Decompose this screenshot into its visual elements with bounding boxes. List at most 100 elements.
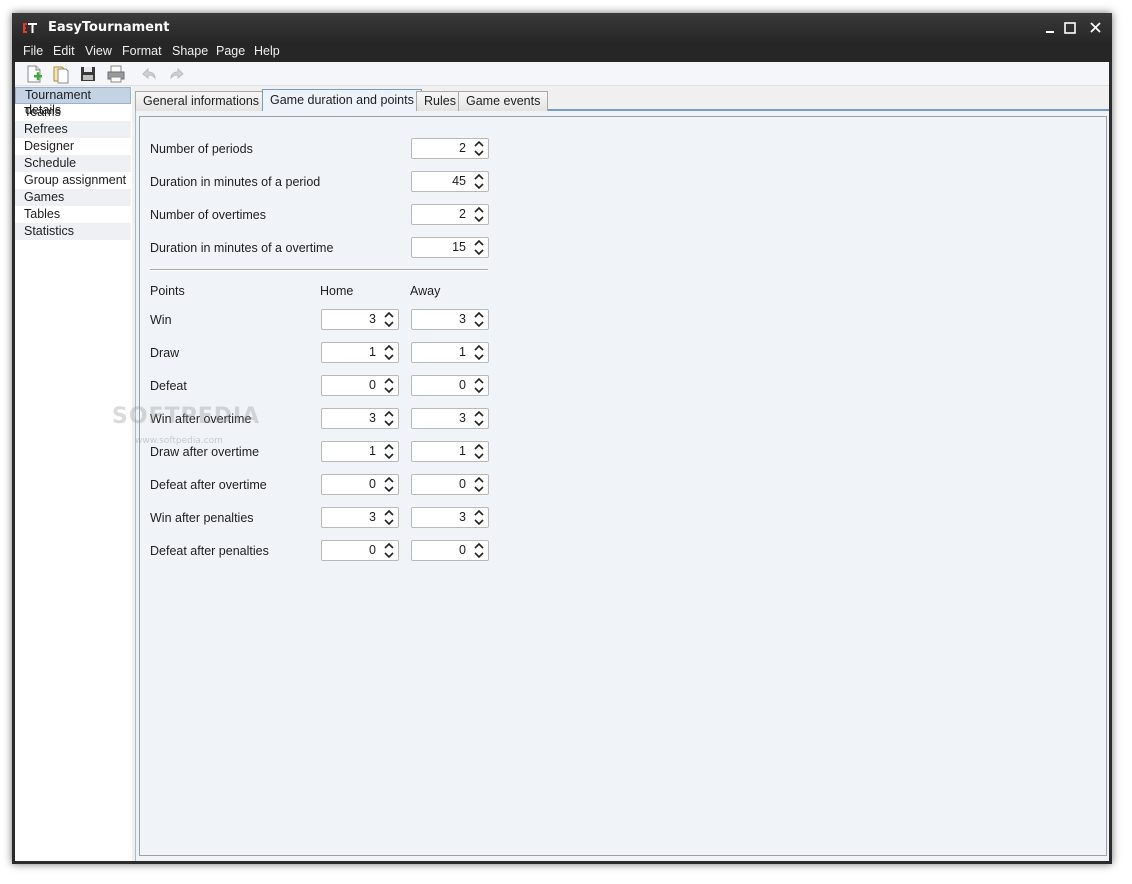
defeat-after-penalties-home-value: 0 bbox=[369, 543, 376, 557]
spin-arrows-icon[interactable] bbox=[472, 205, 486, 224]
spin-arrows-icon[interactable] bbox=[382, 541, 396, 560]
menu-bar: File Edit View Format Shape Page Help bbox=[12, 43, 1112, 62]
period-duration-stepper[interactable]: 45 bbox=[411, 171, 489, 192]
win-home-value: 3 bbox=[369, 312, 376, 326]
draw-away-stepper[interactable]: 1 bbox=[411, 342, 489, 363]
defeat-after-overtime-home-value: 0 bbox=[369, 477, 376, 491]
defeat-after-overtime-away-stepper[interactable]: 0 bbox=[411, 474, 489, 495]
draw-home-value: 1 bbox=[369, 345, 376, 359]
spin-arrows-icon[interactable] bbox=[382, 376, 396, 395]
tab-rules[interactable]: Rules bbox=[416, 91, 464, 111]
watermark-logo: SOFTPEDIA bbox=[112, 404, 261, 429]
spin-arrows-icon[interactable] bbox=[382, 475, 396, 494]
redo-icon[interactable] bbox=[167, 64, 187, 84]
win-after-penalties-label: Win after penalties bbox=[150, 511, 254, 525]
win-label: Win bbox=[150, 313, 172, 327]
win-after-overtime-home-value: 3 bbox=[369, 411, 376, 425]
spin-arrows-icon[interactable] bbox=[472, 376, 486, 395]
spin-arrows-icon[interactable] bbox=[472, 508, 486, 527]
sidebar-item-tables[interactable]: Tables bbox=[15, 206, 131, 223]
menu-page[interactable]: Page bbox=[216, 44, 245, 58]
spin-arrows-icon[interactable] bbox=[382, 442, 396, 461]
sidebar-item-group-assignment[interactable]: Group assignment bbox=[15, 172, 131, 189]
spin-arrows-icon[interactable] bbox=[382, 508, 396, 527]
client-area: Tournament details Teams Refrees Designe… bbox=[15, 62, 1109, 861]
title-bar: EasyTournament bbox=[12, 13, 1112, 43]
toolbar bbox=[15, 62, 1109, 86]
defeat-after-overtime-away-value: 0 bbox=[459, 477, 466, 491]
sidebar-item-statistics[interactable]: Statistics bbox=[15, 223, 131, 240]
spin-arrows-icon[interactable] bbox=[472, 343, 486, 362]
spin-arrows-icon[interactable] bbox=[472, 310, 486, 329]
spin-arrows-icon[interactable] bbox=[382, 310, 396, 329]
print-icon[interactable] bbox=[106, 64, 126, 84]
win-after-overtime-home-stepper[interactable]: 3 bbox=[321, 408, 399, 429]
draw-home-stepper[interactable]: 1 bbox=[321, 342, 399, 363]
win-after-penalties-away-stepper[interactable]: 3 bbox=[411, 507, 489, 528]
open-file-icon[interactable] bbox=[51, 64, 71, 84]
overtime-duration-stepper[interactable]: 15 bbox=[411, 237, 489, 258]
home-column-header: Home bbox=[320, 284, 354, 298]
watermark-url: www.softpedia.com bbox=[135, 436, 223, 446]
spin-arrows-icon[interactable] bbox=[472, 442, 486, 461]
menu-file[interactable]: File bbox=[23, 44, 43, 58]
sidebar-item-games[interactable]: Games bbox=[15, 189, 131, 206]
defeat-after-overtime-home-stepper[interactable]: 0 bbox=[321, 474, 399, 495]
sidebar-item-refrees[interactable]: Refrees bbox=[15, 121, 131, 138]
defeat-away-stepper[interactable]: 0 bbox=[411, 375, 489, 396]
defeat-after-penalties-away-stepper[interactable]: 0 bbox=[411, 540, 489, 561]
spin-arrows-icon[interactable] bbox=[472, 541, 486, 560]
number-of-overtimes-label: Number of overtimes bbox=[150, 208, 267, 222]
menu-help[interactable]: Help bbox=[254, 44, 280, 58]
win-after-overtime-away-value: 3 bbox=[459, 411, 466, 425]
close-button[interactable] bbox=[1085, 17, 1107, 39]
undo-icon[interactable] bbox=[139, 64, 159, 84]
spin-arrows-icon[interactable] bbox=[382, 343, 396, 362]
tab-game-duration-and-points[interactable]: Game duration and points bbox=[262, 89, 422, 111]
win-home-stepper[interactable]: 3 bbox=[321, 309, 399, 330]
defeat-home-stepper[interactable]: 0 bbox=[321, 375, 399, 396]
tab-general-informations[interactable]: General informations bbox=[135, 91, 268, 111]
draw-label: Draw bbox=[150, 346, 180, 360]
spin-arrows-icon[interactable] bbox=[472, 139, 486, 158]
period-duration-label: Duration in minutes of a period bbox=[150, 175, 321, 189]
sidebar: Tournament details Teams Refrees Designe… bbox=[15, 87, 132, 861]
spin-arrows-icon[interactable] bbox=[472, 238, 486, 257]
menu-edit[interactable]: Edit bbox=[53, 44, 75, 58]
defeat-home-value: 0 bbox=[369, 378, 376, 392]
menu-shape[interactable]: Shape bbox=[172, 44, 208, 58]
spin-arrows-icon[interactable] bbox=[382, 409, 396, 428]
win-away-value: 3 bbox=[459, 312, 466, 326]
spin-arrows-icon[interactable] bbox=[472, 409, 486, 428]
spin-arrows-icon[interactable] bbox=[472, 172, 486, 191]
defeat-away-value: 0 bbox=[459, 378, 466, 392]
win-away-stepper[interactable]: 3 bbox=[411, 309, 489, 330]
sidebar-item-schedule[interactable]: Schedule bbox=[15, 155, 131, 172]
number-of-periods-stepper[interactable]: 2 bbox=[411, 138, 489, 159]
number-of-overtimes-stepper[interactable]: 2 bbox=[411, 204, 489, 225]
defeat-label: Defeat bbox=[150, 379, 187, 393]
win-after-overtime-away-stepper[interactable]: 3 bbox=[411, 408, 489, 429]
game-duration-points-panel: Number of periods 2 Duration in minutes … bbox=[139, 116, 1107, 856]
new-file-icon[interactable] bbox=[24, 64, 44, 84]
maximize-button[interactable] bbox=[1059, 17, 1081, 39]
spin-arrows-icon[interactable] bbox=[472, 475, 486, 494]
sidebar-item-teams[interactable]: Teams bbox=[15, 104, 131, 121]
sidebar-item-designer[interactable]: Designer bbox=[15, 138, 131, 155]
win-after-penalties-away-value: 3 bbox=[459, 510, 466, 524]
menu-format[interactable]: Format bbox=[122, 44, 162, 58]
tab-game-events[interactable]: Game events bbox=[458, 91, 549, 111]
overtime-duration-label: Duration in minutes of a overtime bbox=[150, 241, 334, 255]
win-after-penalties-home-value: 3 bbox=[369, 510, 376, 524]
win-after-penalties-home-stepper[interactable]: 3 bbox=[321, 507, 399, 528]
draw-after-overtime-home-stepper[interactable]: 1 bbox=[321, 441, 399, 462]
menu-view[interactable]: View bbox=[85, 44, 112, 58]
defeat-after-penalties-home-stepper[interactable]: 0 bbox=[321, 540, 399, 561]
draw-after-overtime-away-stepper[interactable]: 1 bbox=[411, 441, 489, 462]
sidebar-item-tournament-details[interactable]: Tournament details bbox=[15, 87, 131, 117]
save-icon[interactable] bbox=[78, 64, 98, 84]
window-title: EasyTournament bbox=[48, 20, 170, 35]
close-icon bbox=[1090, 22, 1101, 33]
defeat-after-overtime-label: Defeat after overtime bbox=[150, 478, 267, 492]
defeat-after-penalties-label: Defeat after penalties bbox=[150, 544, 269, 558]
